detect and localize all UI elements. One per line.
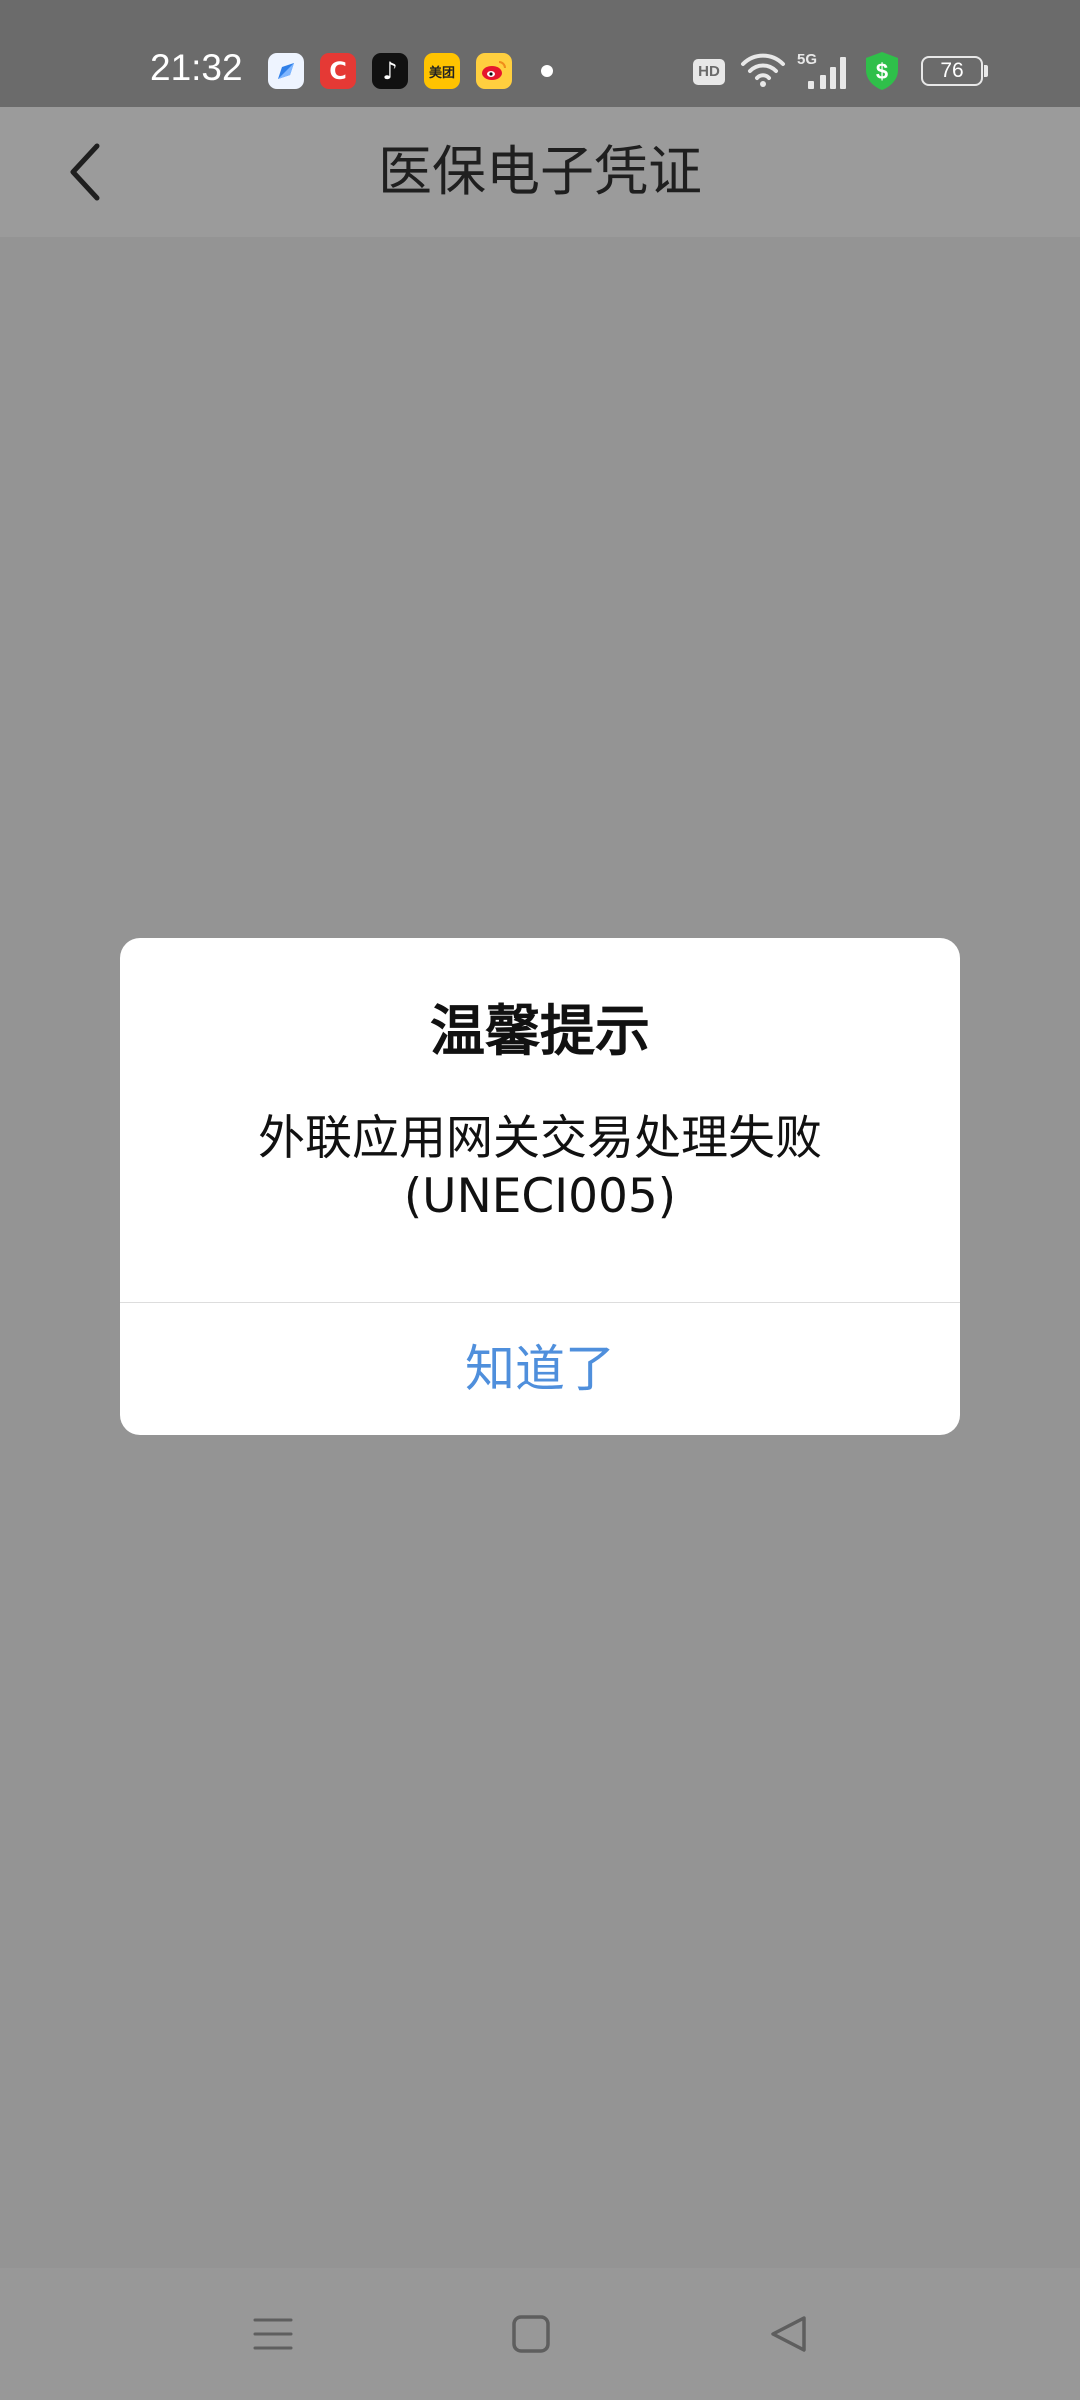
hd-badge: HD (693, 59, 725, 85)
page-title: 医保电子凭证 (378, 140, 702, 203)
back-nav-button[interactable] (758, 2304, 818, 2364)
tiktok-app-label: ♪ (382, 57, 398, 85)
weibo-app-icon (476, 53, 512, 89)
svg-text:$: $ (876, 59, 888, 84)
battery-indicator: 76 (921, 56, 983, 86)
back-triangle-icon (771, 2316, 806, 2352)
navigation-bar (0, 2268, 1080, 2400)
back-button[interactable] (50, 137, 120, 207)
red-c-app-icon: C (320, 53, 356, 89)
recent-apps-button[interactable] (243, 2304, 303, 2364)
signal-icon (808, 57, 846, 89)
browser-app-icon (268, 53, 304, 89)
menu-lines-icon (253, 2318, 293, 2350)
more-notifications-dot (541, 65, 553, 77)
confirm-button[interactable]: 知道了 (120, 1303, 960, 1435)
back-arrow-icon (70, 143, 100, 201)
wifi-icon (741, 53, 785, 87)
dialog-message: 外联应用网关交易处理失败 (UNECI005) (258, 1111, 822, 1224)
red-c-app-label: C (329, 57, 347, 85)
tiktok-app-icon: ♪ (372, 53, 408, 89)
status-time: 21:32 (150, 47, 243, 88)
meituan-app-icon: 美团 (424, 53, 460, 89)
title-bar: 医保电子凭证 (0, 107, 1080, 237)
alert-dialog: 温馨提示 外联应用网关交易处理失败 (UNECI005) 知道了 (120, 938, 960, 1435)
meituan-app-label: 美团 (428, 65, 455, 81)
dialog-title: 温馨提示 (429, 999, 650, 1063)
home-button[interactable] (501, 2304, 561, 2364)
status-bar: 21:32 C ♪ 美团 HD 5G $ 76 (0, 0, 1080, 107)
shield-icon: $ (866, 52, 898, 90)
battery-tip (984, 65, 988, 77)
home-square-icon (512, 2315, 550, 2353)
